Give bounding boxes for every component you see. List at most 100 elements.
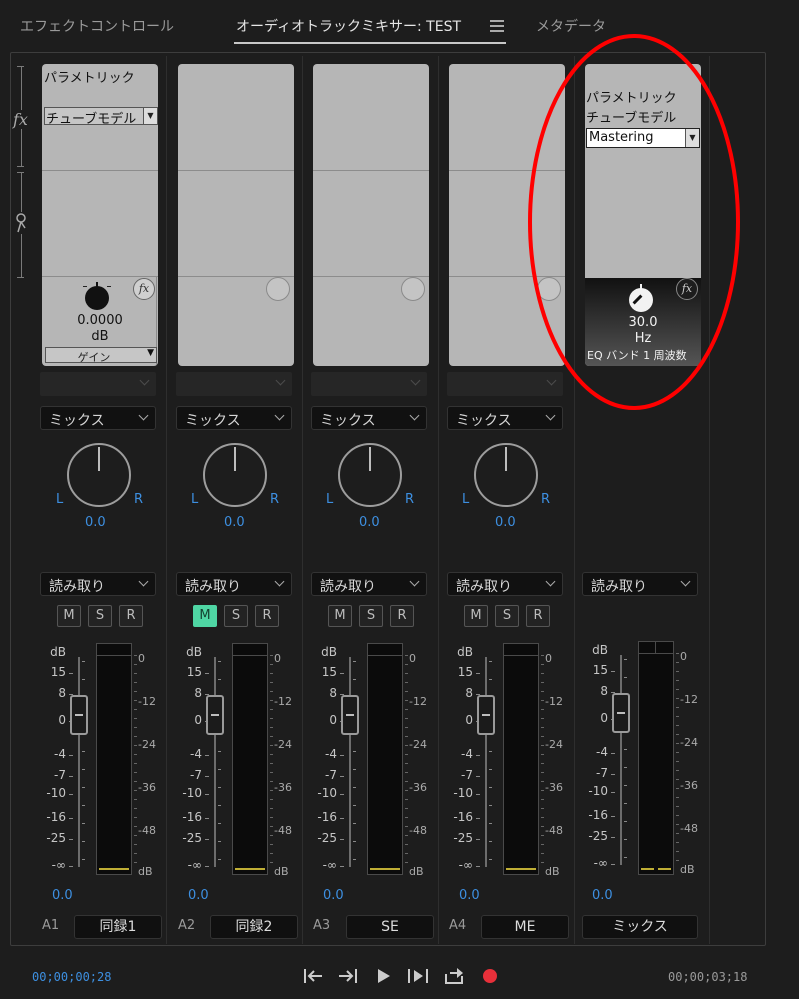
fader-scale-label: -25 [46, 831, 66, 845]
meter-tick [676, 716, 679, 717]
peak-indicator[interactable] [368, 644, 402, 656]
mute-button[interactable]: M [328, 605, 352, 627]
send-select-a1[interactable] [40, 372, 156, 396]
solo-button[interactable]: S [88, 605, 112, 627]
automation-mode-select-a2[interactable]: 読み取り [176, 572, 292, 596]
parameter-knob[interactable] [83, 282, 113, 312]
volume-value[interactable]: 0.0 [459, 888, 480, 903]
active-tab-underline [234, 42, 506, 44]
solo-button[interactable]: S [359, 605, 383, 627]
meter-scale-label: -12 [409, 695, 427, 708]
pan-knob-a3[interactable] [338, 443, 402, 507]
loop-in-out-icon[interactable] [406, 965, 430, 987]
send-select-a4[interactable] [447, 372, 563, 396]
record-enable-button[interactable]: R [119, 605, 143, 627]
volume-value[interactable]: 0.0 [592, 888, 613, 903]
peak-indicator[interactable] [233, 644, 267, 656]
loop-icon[interactable] [442, 965, 466, 987]
hamburger-menu-icon[interactable] [490, 20, 504, 32]
track-name[interactable]: ME [481, 915, 569, 939]
send-select-a3[interactable] [311, 372, 427, 396]
volume-fader-handle[interactable] [70, 695, 88, 735]
fader-tick [489, 859, 492, 860]
meter-tick [134, 808, 137, 809]
volume-value[interactable]: 0.0 [188, 888, 209, 903]
fx-empty-slot-icon[interactable] [401, 277, 425, 301]
meter-peak-line [658, 868, 671, 870]
effects-rack-a3[interactable] [313, 64, 429, 366]
meter-tick [270, 853, 273, 854]
pan-value[interactable]: 0.0 [495, 515, 516, 530]
volume-value[interactable]: 0.0 [52, 888, 73, 903]
tab-effect-controls[interactable]: エフェクトコントロール [20, 16, 174, 36]
pan-knob-a1[interactable] [67, 443, 131, 507]
volume-fader-handle[interactable] [341, 695, 359, 735]
pan-mode-select-a1[interactable]: ミックス [40, 406, 156, 430]
solo-button[interactable]: S [495, 605, 519, 627]
meter-tick [541, 718, 544, 719]
volume-fader-handle[interactable] [477, 695, 495, 735]
effects-rack-a2[interactable] [178, 64, 294, 366]
fx-rail-label[interactable]: fx [13, 110, 28, 129]
solo-button[interactable]: S [224, 605, 248, 627]
record-icon[interactable] [478, 965, 502, 987]
meter-tick [541, 799, 544, 800]
meter-channel-divider [655, 642, 656, 654]
fx-empty-slot-icon[interactable] [266, 277, 290, 301]
effect-slot-2[interactable]: チューブモデル ▼ [44, 107, 158, 127]
track-name[interactable]: 同録2 [210, 915, 298, 939]
send-select-a2[interactable] [176, 372, 292, 396]
volume-fader-handle[interactable] [612, 693, 630, 733]
volume-value[interactable]: 0.0 [323, 888, 344, 903]
track-name[interactable]: 同録1 [74, 915, 162, 939]
record-enable-button[interactable]: R [390, 605, 414, 627]
meter-peak-line [99, 868, 129, 870]
effects-rack-a1[interactable]: パラメトリック チューブモデル ▼ fx 0.0000 dB ゲイン ▼ [42, 64, 158, 366]
automation-mode-select-master[interactable]: 読み取り [582, 572, 698, 596]
automation-mode-select-a3[interactable]: 読み取り [311, 572, 427, 596]
peak-indicator[interactable] [504, 644, 538, 656]
volume-fader-handle[interactable] [206, 695, 224, 735]
track-name[interactable]: SE [346, 915, 434, 939]
meter-tick [541, 844, 544, 845]
chevron-down-icon[interactable]: ▼ [143, 108, 157, 124]
tab-audio-track-mixer[interactable]: オーディオトラックミキサー: TEST [236, 16, 461, 36]
send-icon[interactable] [14, 212, 28, 234]
track-name[interactable]: ミックス [582, 915, 698, 939]
peak-indicator[interactable] [639, 642, 673, 654]
record-enable-button[interactable]: R [526, 605, 550, 627]
meter-tick [405, 682, 408, 683]
mute-button[interactable]: M [193, 605, 217, 627]
meter-tick [541, 790, 544, 791]
pan-mode-select-a2[interactable]: ミックス [176, 406, 292, 430]
pan-value[interactable]: 0.0 [85, 515, 106, 530]
pan-value[interactable]: 0.0 [224, 515, 245, 530]
go-to-out-icon[interactable] [336, 965, 360, 987]
fx-bypass-icon[interactable]: fx [133, 278, 155, 300]
fader-tick [205, 818, 209, 819]
pan-value[interactable]: 0.0 [359, 515, 380, 530]
level-meter-a2 [232, 643, 268, 875]
record-enable-button[interactable]: R [255, 605, 279, 627]
fader-tick [624, 677, 627, 678]
fader-scale-label: 0 [58, 713, 66, 727]
mute-button[interactable]: M [57, 605, 81, 627]
peak-indicator[interactable] [97, 644, 131, 656]
meter-tick [541, 808, 544, 809]
pan-knob-a4[interactable] [474, 443, 538, 507]
play-icon[interactable] [371, 965, 395, 987]
fader-track [349, 657, 351, 867]
pan-knob-a2[interactable] [203, 443, 267, 507]
meter-tick [134, 736, 137, 737]
go-to-in-icon[interactable] [301, 965, 325, 987]
pan-mode-select-a3[interactable]: ミックス [311, 406, 427, 430]
pan-mode-select-a4[interactable]: ミックス [447, 406, 563, 430]
parameter-select[interactable]: ゲイン ▼ [45, 347, 157, 364]
effect-slot-1[interactable]: パラメトリック [44, 67, 144, 86]
timecode-in[interactable]: 00;00;00;28 [32, 970, 111, 984]
fader-tick [340, 776, 344, 777]
mute-button[interactable]: M [464, 605, 488, 627]
automation-mode-select-a4[interactable]: 読み取り [447, 572, 563, 596]
fader-scale-label: -16 [588, 808, 608, 822]
automation-mode-select-a1[interactable]: 読み取り [40, 572, 156, 596]
